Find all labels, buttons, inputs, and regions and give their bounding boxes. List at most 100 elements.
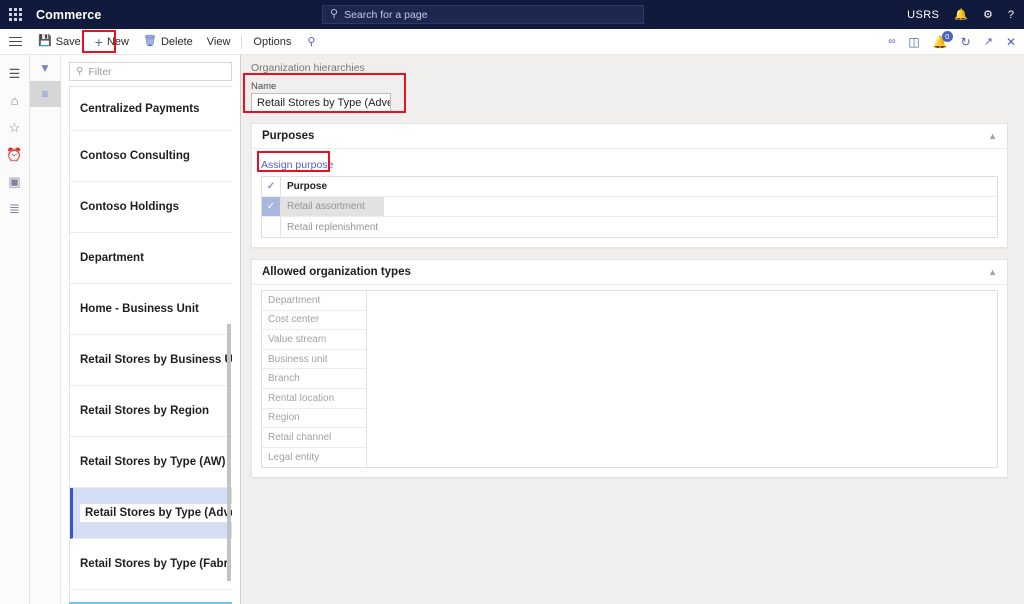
app-launcher-icon[interactable] [0,0,30,29]
nav-menu-icon[interactable]: ☰ [0,60,30,87]
empty-cell [367,330,997,350]
allowed-org-types-title: Allowed organization types [262,266,411,278]
list-item[interactable]: Contoso Holdings [70,182,232,233]
favorites-star-icon[interactable]: ☆ [0,114,30,141]
view-menu-button[interactable]: View [200,29,238,55]
list-item-label: Centralized Payments [80,102,200,115]
row-checkbox[interactable] [262,217,280,237]
table-row[interactable]: Rental location [262,389,366,409]
new-button[interactable]: + New [88,29,136,55]
filter-container: ⚲ Filter [61,55,240,86]
purposes-name-column: Purpose Retail assortment Retail repleni… [280,177,384,237]
list-item[interactable]: Home - Business Unit [70,284,232,335]
empty-cell [367,409,997,429]
app-brand-title: Commerce [36,7,102,22]
toolbar-search-icon[interactable]: ⚲ [298,35,324,48]
check-all-icon[interactable]: ✓ [262,177,280,197]
chevron-up-icon[interactable]: ▲ [988,267,997,277]
list-item-label: Retail Stores by Type (AW) [80,456,226,468]
empty-cell [384,217,997,237]
hierarchy-list-pane: ⚲ Filter Centralized Payments Contoso Co… [61,55,241,604]
notifications-icon[interactable]: 🔔 [954,8,968,21]
list-item-label: Home - Business Unit [80,303,199,315]
table-row[interactable]: Value stream [262,330,366,350]
recent-clock-icon[interactable]: ⏰ [0,141,30,168]
column-header-purpose: Purpose [281,177,384,197]
search-icon: ⚲ [76,65,84,77]
list-item[interactable]: Retail Stores by Type (AW) [70,437,232,488]
name-label: Name [251,81,277,92]
table-row[interactable]: Branch [262,369,366,389]
gear-icon[interactable]: ⚙ [983,8,993,21]
view-label: View [206,35,231,48]
table-row[interactable]: Department [262,291,366,311]
purposes-header[interactable]: Purposes ▲ [252,124,1007,149]
list-item-selected[interactable]: Retail Stores by Type (Advent [70,488,232,539]
application-window: Commerce ⚲ Search for a page USRS 🔔 ⚙ ? … [0,0,1024,604]
close-icon[interactable]: ✕ [1006,35,1016,49]
delete-button[interactable]: 🗑 Delete [136,29,200,55]
allowed-org-types-section: Allowed organization types ▲ Department … [251,259,1008,479]
table-row[interactable]: Cost center [262,311,366,331]
delete-label: Delete [160,35,193,48]
table-row[interactable]: Legal entity [262,448,366,468]
empty-cell [367,291,997,311]
list-item[interactable]: Retail Stores by Region [70,386,232,437]
hierarchy-list[interactable]: Centralized Payments Contoso Consulting … [69,86,232,602]
list-view-icon[interactable]: ≡ [29,81,61,107]
options-label: Options [253,35,292,48]
options-menu-button[interactable]: Options [246,29,298,55]
filter-placeholder: Filter [88,65,112,78]
detail-content-pane: Organization hierarchies Name Retail Sto… [241,55,1024,604]
office-app-icon[interactable]: ◫ [908,35,919,49]
purposes-title: Purposes [262,130,315,142]
toolbar-right-actions: ∞ ◫ 🔔 0 ↻ ↗ ✕ [875,30,1024,49]
table-row[interactable]: Business unit [262,350,366,370]
action-toolbar: 💾 Save + New 🗑 Delete View Options ⚲ ∞ ◫… [0,29,1024,55]
filter-funnel-icon[interactable]: ▼ [30,55,61,81]
list-item-label: Retail Stores by Type (Fabrik.. [80,558,232,570]
table-row[interactable]: Retail channel [262,428,366,448]
list-item[interactable]: Department [70,233,232,284]
filter-input[interactable]: ⚲ Filter [69,62,232,81]
org-type-empty-column [366,291,997,468]
empty-cell [367,311,997,331]
modules-list-icon[interactable]: ≣ [0,195,30,222]
list-item-label: Contoso Holdings [80,201,180,213]
row-checkbox-checked[interactable]: ✓ [262,197,280,217]
list-item-label: Retail Stores by Region [80,405,210,417]
workspaces-icon[interactable]: ▣ [0,168,30,195]
list-item-label: Retail Stores by Type (Advent [80,504,232,522]
table-row[interactable]: Region [262,409,366,429]
top-nav-right-actions: USRS 🔔 ⚙ ? [892,0,1024,29]
help-icon[interactable]: ? [1008,9,1014,21]
refresh-icon[interactable]: ↻ [961,35,971,49]
table-row[interactable]: Retail replenishment [281,217,384,237]
open-in-new-window-icon[interactable]: ↗ [984,35,993,48]
list-item[interactable]: Contoso Consulting [70,131,232,182]
save-icon: 💾 [38,35,52,47]
user-initials[interactable]: USRS [907,9,939,21]
save-button[interactable]: 💾 Save [31,29,88,55]
assign-purpose-row: Assign purpose [252,149,1007,176]
list-item[interactable]: Retail Stores by Business Unit [70,335,232,386]
name-field-group: Name Retail Stores by Type (Adventur... [243,73,406,113]
chevron-up-icon[interactable]: ▲ [988,131,997,141]
purposes-grid-wrap: ✓ ✓ Purpose Retail assortment Retail rep… [252,176,1007,247]
link-icon[interactable]: ∞ [888,36,895,47]
notification-bell-icon[interactable]: 🔔 0 [933,30,953,49]
breadcrumb: Organization hierarchies [251,62,365,74]
list-item[interactable]: Retail Stores by Type (Fabrik.. [70,539,232,590]
allowed-org-types-grid: Department Cost center Value stream Busi… [261,290,998,469]
list-scrollbar[interactable] [227,323,231,582]
table-row[interactable]: Retail assortment [281,197,384,217]
org-type-column: Department Cost center Value stream Busi… [262,291,366,467]
global-search-input[interactable]: ⚲ Search for a page [322,5,644,24]
purposes-empty-column [384,177,997,237]
list-item[interactable]: Centralized Payments [70,87,232,131]
allowed-org-types-header[interactable]: Allowed organization types ▲ [252,260,1007,285]
assign-purpose-button[interactable]: Assign purpose [261,159,333,171]
home-icon[interactable]: ⌂ [0,87,30,114]
hamburger-menu-icon[interactable] [0,29,31,55]
name-input[interactable]: Retail Stores by Type (Adventur... [251,93,391,112]
